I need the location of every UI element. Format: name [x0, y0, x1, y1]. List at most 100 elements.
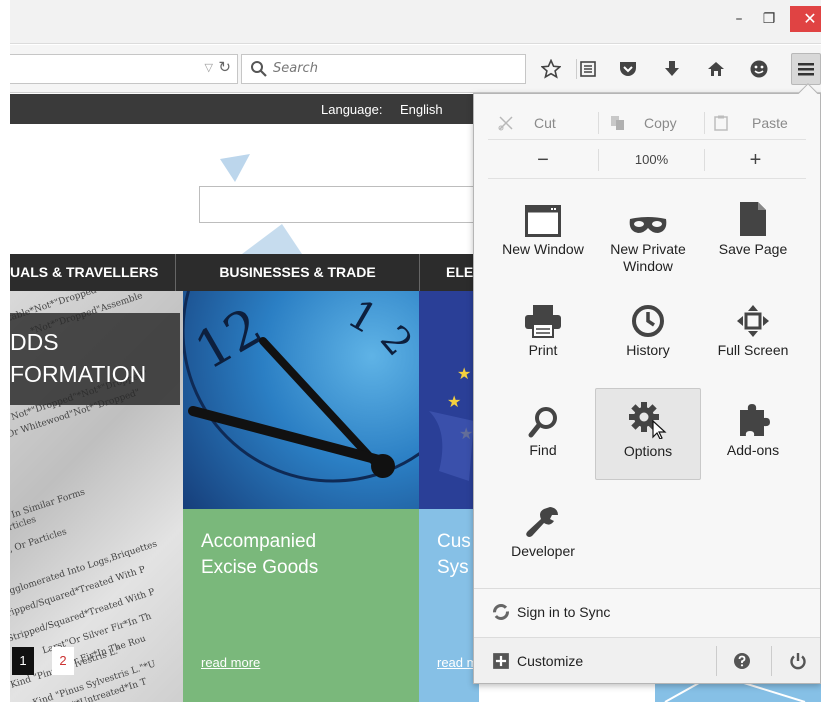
new-window-button[interactable]: New Window [490, 187, 596, 279]
wrench-icon [526, 507, 558, 537]
browser-window: – ❐ ✕ ▽ ↻ Search Language: English UALS … [0, 0, 821, 702]
pager-page-1[interactable]: 1 [12, 647, 34, 675]
pocket-icon[interactable] [616, 57, 640, 81]
hello-chat-icon[interactable] [747, 57, 771, 81]
cut-label: Cut [534, 115, 556, 131]
scissors-icon [498, 116, 513, 131]
maximize-button[interactable]: ❐ [752, 6, 786, 32]
dropdown-arrow-icon[interactable]: ▽ [205, 61, 213, 74]
edit-separator [598, 112, 599, 134]
url-bar[interactable]: ▽ ↻ [10, 54, 238, 84]
search-input[interactable]: Search [241, 54, 526, 84]
edit-controls: Cut Copy Paste [488, 106, 806, 140]
find-label: Find [529, 442, 557, 458]
zoom-out-button[interactable]: − [488, 141, 598, 179]
plus-box-icon [493, 653, 509, 669]
site-search-input[interactable] [199, 186, 484, 223]
help-icon[interactable] [733, 652, 751, 670]
customize-button[interactable]: Customize [474, 638, 714, 684]
paste-button[interactable]: Paste [714, 106, 788, 140]
read-more-link[interactable]: read m [437, 655, 477, 670]
title-bar: – ❐ ✕ [10, 0, 821, 44]
zoom-controls: − 100% + [488, 141, 806, 179]
bookmarks-menu-icon[interactable] [576, 57, 600, 81]
home-icon[interactable] [704, 57, 728, 81]
sign-in-label: Sign in to Sync [517, 604, 611, 620]
full-screen-label: Full Screen [717, 342, 789, 358]
power-icon[interactable] [789, 652, 807, 670]
mouse-cursor-icon [652, 419, 667, 439]
zoom-reset-button[interactable]: 100% [599, 141, 704, 179]
clock-image[interactable]: 12 1 2 [183, 291, 419, 509]
footer-separator [771, 646, 772, 676]
tile-title: Excise Goods [201, 557, 319, 578]
minimize-button[interactable]: – [722, 6, 756, 32]
download-icon[interactable] [660, 57, 684, 81]
menu-footer-bar: Customize [474, 637, 820, 683]
tile-title: Cus [437, 531, 471, 552]
hamburger-menu-button[interactable] [791, 53, 821, 85]
gear-icon [629, 402, 667, 439]
navigation-toolbar: ▽ ↻ Search [10, 45, 821, 93]
reload-icon[interactable]: ↻ [218, 58, 231, 76]
eu-map-image[interactable]: ★ ★ ★ [419, 291, 479, 509]
sign-in-to-sync-button[interactable]: Sign in to Sync [474, 588, 820, 636]
print-button[interactable]: Print [490, 288, 596, 380]
eu-stars-illustration: ★ ★ ★ [419, 291, 479, 509]
search-placeholder: Search [273, 61, 318, 76]
add-ons-button[interactable]: Add-ons [700, 388, 806, 480]
search-icon [251, 61, 267, 77]
svg-text:★: ★ [457, 364, 471, 383]
copy-button[interactable]: Copy [610, 106, 677, 140]
language-label: Language: [321, 102, 383, 117]
caption-line: FORMATION [10, 361, 147, 387]
sync-icon [493, 604, 509, 620]
caption-line: DDS [10, 329, 59, 355]
mask-icon [629, 217, 667, 233]
cut-button[interactable]: Cut [498, 106, 556, 140]
paper-text: , Or Particles [10, 526, 69, 556]
clock-face-illustration: 12 1 2 [183, 291, 419, 483]
goods-information-tile[interactable]: table*Not*"Dropped" *Not*"Dropped"Assemb… [10, 291, 183, 702]
pager-page-2[interactable]: 2 [52, 647, 74, 675]
full-screen-button[interactable]: Full Screen [700, 288, 806, 380]
paper-text: In Similar Forms [10, 487, 87, 521]
puzzle-icon [740, 404, 770, 436]
add-ons-label: Add-ons [726, 442, 780, 458]
options-button[interactable]: Options [595, 388, 701, 480]
options-label: Options [623, 443, 673, 459]
read-more-link[interactable]: read more [201, 655, 260, 670]
page-icon [740, 202, 766, 236]
edit-separator [704, 112, 705, 134]
printer-icon [525, 305, 561, 338]
history-button[interactable]: History [595, 288, 701, 380]
save-page-button[interactable]: Save Page [700, 187, 806, 279]
customize-label: Customize [517, 653, 584, 669]
goods-information-caption: DDS FORMATION [10, 313, 180, 405]
nav-individuals-travellers[interactable]: UALS & TRAVELLERS [10, 254, 176, 291]
hamburger-icon [798, 63, 814, 76]
find-button[interactable]: Find [490, 388, 596, 480]
accompanied-excise-goods-tile[interactable]: Accompanied Excise Goods read more [183, 509, 419, 702]
new-private-window-button[interactable]: New Private Window [595, 187, 701, 279]
developer-label: Developer [511, 543, 575, 559]
bookmark-star-icon[interactable] [539, 57, 563, 81]
new-window-label: New Window [502, 241, 584, 257]
site-logo-shape-lower [242, 224, 302, 254]
history-label: History [626, 342, 670, 358]
svg-text:★: ★ [447, 392, 461, 411]
developer-button[interactable]: Developer [490, 489, 596, 581]
copy-icon [611, 116, 624, 130]
clipboard-icon [714, 115, 728, 131]
language-selector[interactable]: English [400, 102, 443, 117]
customs-systems-tile[interactable]: Cus Sys read m [419, 509, 479, 702]
footer-separator [716, 646, 717, 676]
save-page-label: Save Page [718, 241, 788, 257]
nav-businesses-trade[interactable]: BUSINESSES & TRADE [176, 254, 420, 291]
tile-title: Accompanied [201, 531, 317, 552]
slide-pager: 1 2 [12, 647, 82, 677]
zoom-in-button[interactable]: + [705, 141, 806, 179]
magnifier-icon [528, 407, 557, 438]
close-button[interactable]: ✕ [790, 6, 821, 32]
print-label: Print [528, 342, 558, 358]
